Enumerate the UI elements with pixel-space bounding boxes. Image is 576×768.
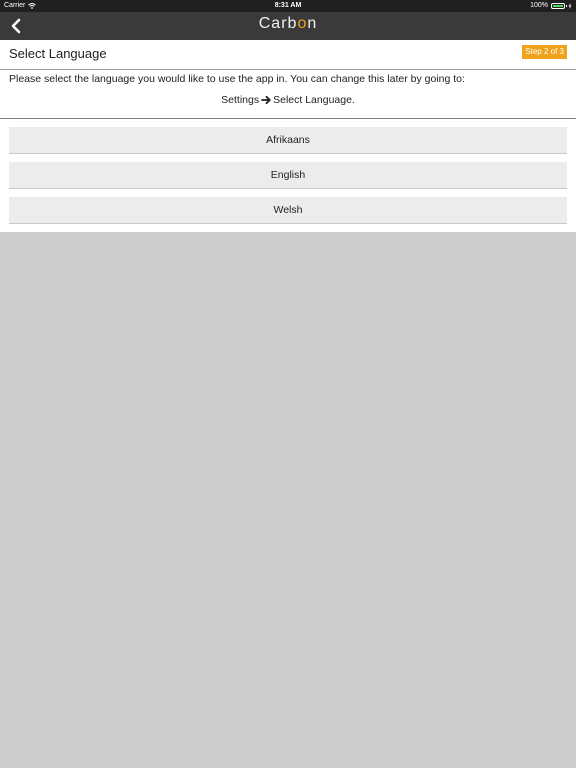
language-panel: Select Language Step 2 of 3 Please selec… <box>0 40 576 232</box>
path-settings: Settings <box>221 94 260 106</box>
logo-text-accent: o <box>297 15 308 32</box>
clock: 8:31 AM <box>274 2 302 9</box>
settings-path: Settings Select Language. <box>0 94 576 106</box>
language-option-welsh[interactable]: Welsh <box>9 197 567 224</box>
language-option-english[interactable]: English <box>9 162 567 189</box>
page-title: Select Language <box>9 46 107 61</box>
empty-content-area <box>0 232 576 768</box>
language-option-afrikaans[interactable]: Afrikaans <box>9 127 567 154</box>
logo-text-suffix: n <box>307 15 318 32</box>
arrow-right-icon <box>261 95 271 105</box>
charging-icon <box>568 2 572 9</box>
battery-icon <box>551 2 567 9</box>
battery-info: 100% <box>530 2 572 9</box>
app-logo: Carbon <box>0 15 576 33</box>
instruction-text: Please select the language you would lik… <box>9 73 465 85</box>
battery-percent: 100% <box>530 2 548 9</box>
page-header: Select Language Step 2 of 3 <box>0 40 576 70</box>
divider <box>0 118 576 119</box>
logo-text-prefix: Carb <box>258 15 298 32</box>
status-bar: Carrier 8:31 AM 100% <box>0 0 576 12</box>
step-badge: Step 2 of 3 <box>522 45 567 59</box>
navigation-bar: Carbon <box>0 12 576 40</box>
path-select-language: Select Language. <box>273 94 355 106</box>
